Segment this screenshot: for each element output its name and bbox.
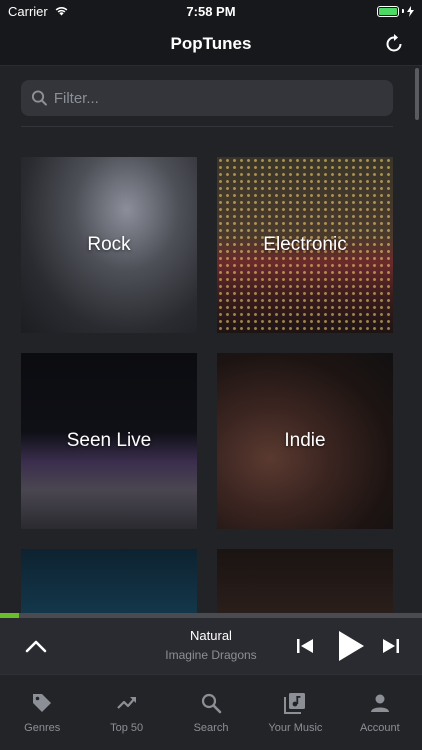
genre-tile-indie[interactable]: Indie [217, 353, 393, 529]
mini-player: Natural Imagine Dragons [0, 618, 422, 674]
search-icon [199, 691, 223, 715]
music-library-icon [283, 691, 307, 715]
trending-icon [115, 691, 139, 715]
refresh-icon [386, 34, 402, 52]
expand-player-button[interactable] [24, 634, 48, 658]
status-bar: Carrier 7:58 PM [0, 0, 422, 22]
person-icon [368, 691, 392, 715]
tab-top-50[interactable]: Top 50 [84, 675, 168, 750]
previous-button[interactable] [294, 635, 316, 657]
search-bar[interactable] [21, 80, 393, 116]
next-button[interactable] [380, 635, 402, 657]
tab-account[interactable]: Account [338, 675, 422, 750]
tab-label: Your Music [268, 722, 323, 734]
genre-tile-electronic[interactable]: Electronic [217, 157, 393, 333]
divider [21, 126, 393, 127]
status-left: Carrier [8, 4, 69, 19]
nav-bar: PopTunes [0, 22, 422, 66]
page-title: PopTunes [170, 33, 252, 53]
genre-label: Electronic [263, 234, 347, 255]
wifi-icon [54, 4, 69, 19]
skip-previous-icon [297, 639, 313, 653]
tab-genres[interactable]: Genres [0, 675, 84, 750]
genre-label: Indie [284, 430, 326, 451]
genre-tile-rock[interactable]: Rock [21, 157, 197, 333]
genre-list[interactable]: Rock Electronic Seen Live Indie [0, 66, 422, 613]
genre-label: Seen Live [66, 430, 152, 451]
tab-label: Account [359, 722, 400, 734]
filter-input[interactable] [53, 89, 383, 107]
tag-icon [30, 691, 54, 715]
scroll-indicator[interactable] [415, 68, 419, 120]
refresh-button[interactable] [382, 32, 406, 56]
genre-tile-partial[interactable] [21, 549, 197, 613]
tab-your-music[interactable]: Your Music [253, 675, 337, 750]
charging-icon [407, 5, 414, 17]
battery-icon [377, 5, 414, 17]
tab-label: Genres [24, 722, 61, 734]
play-icon [339, 631, 364, 661]
tab-bar: Genres Top 50 Search Your Music Account [0, 674, 422, 750]
carrier-label: Carrier [8, 3, 48, 19]
play-button[interactable] [335, 629, 367, 663]
skip-next-icon [383, 639, 399, 653]
tab-search[interactable]: Search [169, 675, 253, 750]
genre-tile-partial[interactable] [217, 549, 393, 613]
tab-label: Top 50 [110, 722, 144, 734]
tab-label: Search [193, 722, 229, 734]
chevron-up-icon [25, 640, 47, 653]
search-icon [31, 90, 47, 106]
genre-label: Rock [87, 234, 131, 255]
genre-tile-seen-live[interactable]: Seen Live [21, 353, 197, 529]
